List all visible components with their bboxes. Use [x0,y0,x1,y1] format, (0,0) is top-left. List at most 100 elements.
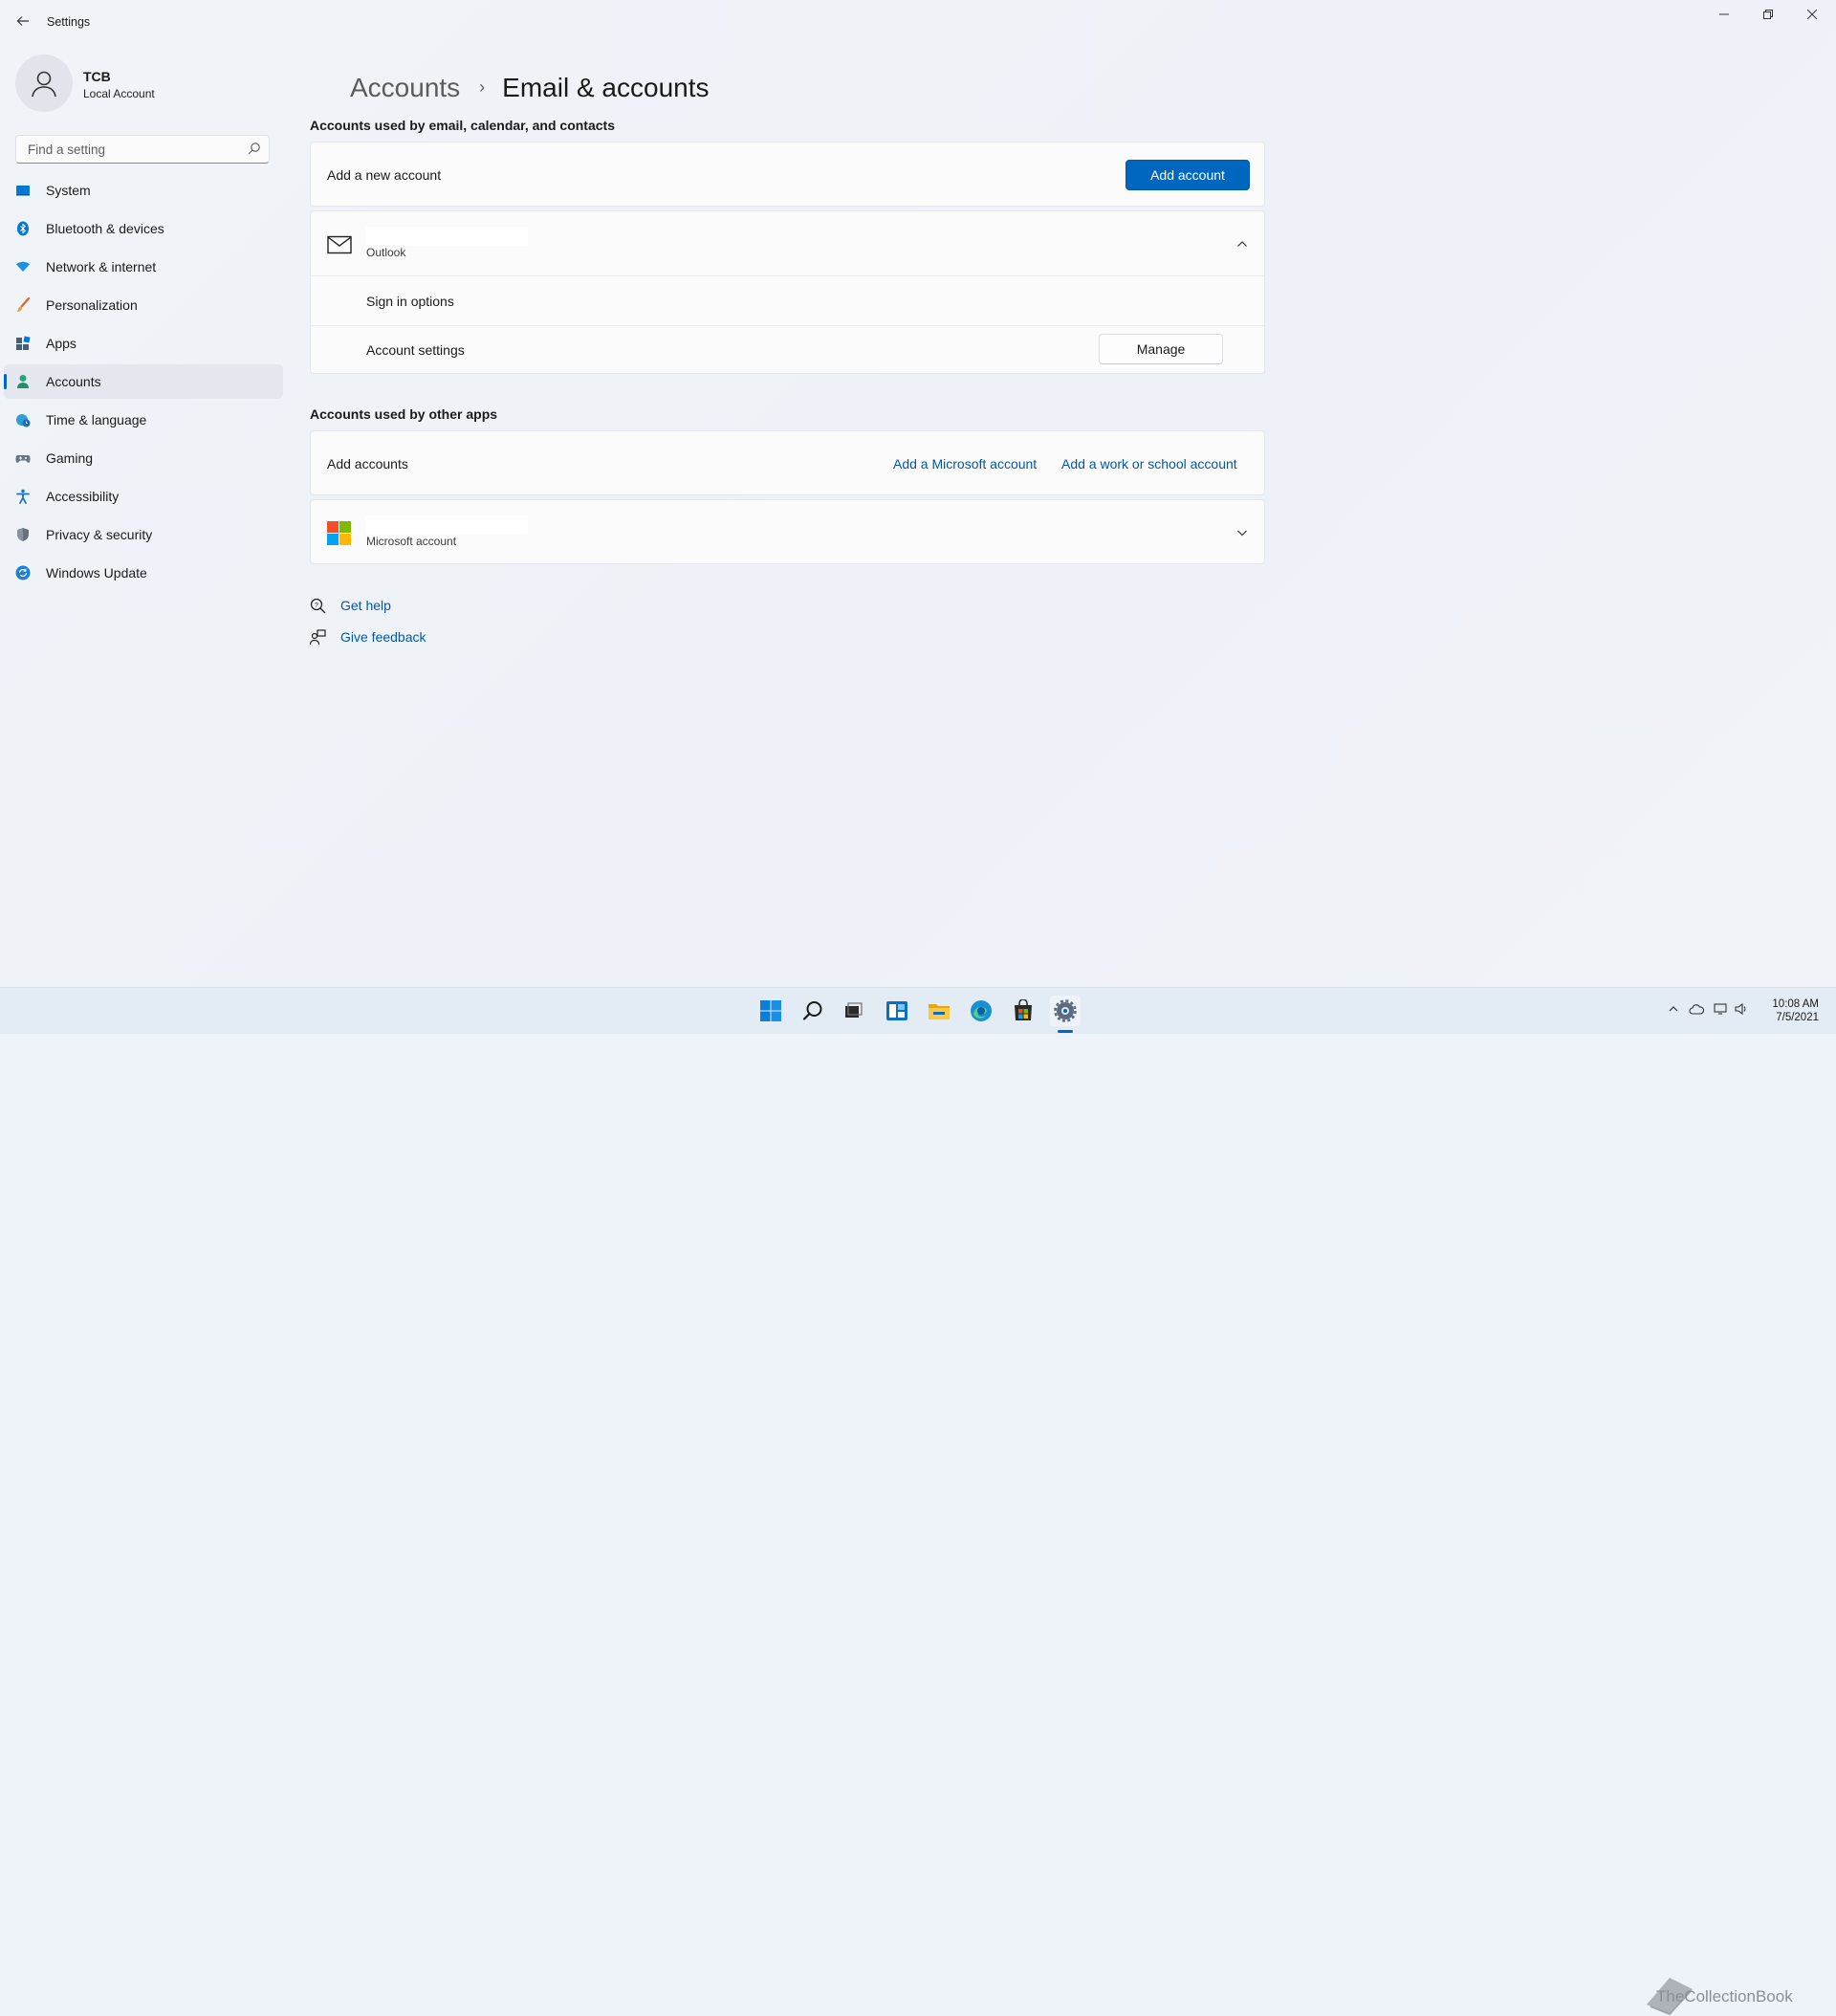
sidebar-item-windows-update[interactable]: Windows Update [4,556,283,590]
app-title: Settings [47,15,91,29]
back-arrow-icon [16,16,29,26]
profile-name: TCB [83,69,111,84]
sidebar-item-accessibility[interactable]: Accessibility [4,479,283,514]
minimize-button[interactable] [1702,4,1746,27]
sidebar-item-apps[interactable]: Apps [4,326,283,361]
file-explorer-button[interactable] [924,996,954,1026]
monitor-network-icon [1714,1003,1727,1015]
start-button[interactable] [755,996,786,1026]
add-accounts-card: Add accounts Add a Microsoft account Add… [310,430,1265,495]
account-settings-label: Account settings [366,342,465,358]
sidebar-item-gaming[interactable]: Gaming [4,441,283,475]
sidebar-nav: System Bluetooth & devices Network & int… [4,173,283,594]
taskbar-clock[interactable]: 10:08 AM 7/5/2021 [1772,997,1819,1024]
gamepad-icon [15,455,31,463]
email-section-heading: Accounts used by email, calendar, and co… [310,118,615,133]
sidebar-item-system[interactable]: System [4,173,283,208]
mail-icon [327,235,352,254]
add-accounts-label: Add accounts [327,456,408,471]
svg-text:?: ? [315,603,318,609]
chevron-up-icon [1669,1006,1678,1012]
sidebar-item-label: Privacy & security [46,527,153,542]
divider [311,275,1264,276]
sidebar-item-label: Apps [46,336,76,351]
edge-icon [971,1000,992,1021]
back-button[interactable] [13,11,33,31]
show-hidden-icons-button[interactable] [1668,1003,1679,1018]
sign-in-options-item[interactable]: Sign in options [366,294,454,309]
redacted-email-address [365,515,528,535]
sidebar-item-label: Accessibility [46,489,120,504]
manage-button[interactable]: Manage [1099,334,1223,364]
breadcrumb-parent[interactable]: Accounts [350,73,460,102]
clock-time: 10:08 AM [1772,998,1819,1010]
brush-icon [16,297,31,312]
minimize-icon [1719,13,1729,15]
edge-button[interactable] [966,996,996,1026]
close-icon [1806,9,1818,20]
chevron-right-icon: › [479,77,486,97]
globe-clock-icon [16,414,31,427]
sidebar-item-accounts[interactable]: Accounts [4,364,283,399]
file-explorer-icon [929,1004,950,1019]
close-button[interactable] [1790,4,1834,27]
store-icon [1015,999,1032,1020]
title-bar: Settings [0,0,1836,46]
restore-button[interactable] [1746,4,1790,27]
chevron-up-icon[interactable] [1235,236,1250,252]
add-work-school-account-link[interactable]: Add a work or school account [1061,456,1237,471]
microsoft-account-card: Microsoft account [310,499,1265,564]
taskbar-search-button[interactable] [798,996,828,1026]
onedrive-tray-button[interactable] [1689,1003,1705,1018]
avatar[interactable] [15,55,73,112]
account-provider-microsoft: Microsoft account [366,535,457,548]
give-feedback-icon [310,629,326,646]
add-new-account-card: Add a new account Add account [310,142,1265,207]
accessibility-icon [16,489,30,504]
cloud-icon [1689,1004,1705,1015]
divider [311,325,1264,326]
task-view-button[interactable] [838,996,868,1026]
windows-start-icon [760,1000,781,1021]
sidebar-item-label: System [46,183,91,198]
sidebar-item-label: Windows Update [46,565,147,581]
sidebar-item-personalization[interactable]: Personalization [4,288,283,322]
get-help-icon: ? [310,598,326,614]
speaker-icon [1735,1002,1746,1016]
sidebar-item-label: Time & language [46,412,147,427]
sidebar-item-time-language[interactable]: Time & language [4,403,283,437]
search-box[interactable] [15,135,270,164]
watermark-text: TheCollectionBook [1656,1987,1793,2005]
search-input[interactable] [26,142,240,158]
outlook-account-card: Outlook Sign in options Account settings… [310,210,1265,374]
add-microsoft-account-link[interactable]: Add a Microsoft account [893,456,1037,471]
shield-icon [17,528,29,541]
widgets-icon [886,1001,907,1020]
clock-date: 7/5/2021 [1776,1012,1819,1023]
widgets-button[interactable] [882,996,912,1026]
redacted-email-address [365,227,528,246]
settings-taskbar-button[interactable] [1050,996,1081,1026]
profile-account-type: Local Account [83,87,155,100]
settings-icon [1054,999,1077,1022]
sidebar-item-network[interactable]: Network & internet [4,250,283,284]
give-feedback-link[interactable]: Give feedback [340,629,426,645]
volume-tray-button[interactable] [1735,1002,1748,1018]
add-new-account-label: Add a new account [327,167,442,183]
restore-icon [1763,10,1773,19]
get-help-link[interactable]: Get help [340,598,391,613]
store-button[interactable] [1008,996,1038,1026]
apps-icon [16,336,31,350]
microsoft-logo-icon [327,521,351,545]
taskbar: TheCollectionBook 10:08 AM 7/5/2021 [0,987,1836,2016]
other-apps-section-heading: Accounts used by other apps [310,406,498,422]
add-account-button[interactable]: Add account [1126,160,1250,190]
update-icon [15,565,31,581]
account-provider-outlook: Outlook [366,246,406,259]
search-icon [802,1001,822,1020]
task-view-icon [845,1002,863,1018]
chevron-down-icon[interactable] [1235,525,1250,540]
network-tray-button[interactable] [1714,1003,1727,1018]
sidebar-item-bluetooth[interactable]: Bluetooth & devices [4,211,283,246]
sidebar-item-privacy[interactable]: Privacy & security [4,517,283,552]
